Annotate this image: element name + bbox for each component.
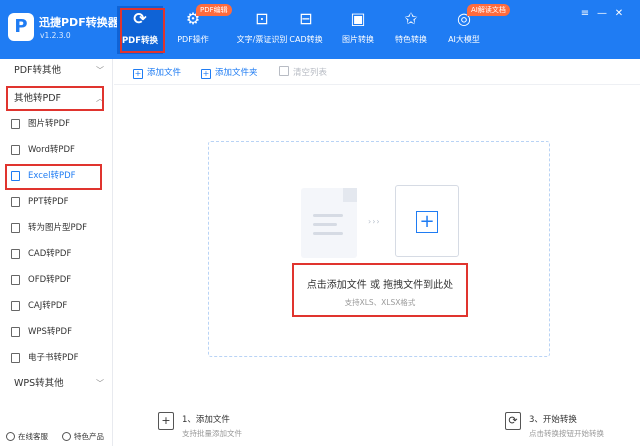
- image-icon: [11, 119, 20, 129]
- features-label: 特色产品: [74, 432, 104, 441]
- ppt-icon: [11, 197, 20, 207]
- sidebar-item-label: OFD转PDF: [28, 275, 72, 285]
- image-icon: [11, 223, 20, 233]
- file-drop-zone[interactable]: [208, 141, 550, 357]
- tab-label: 特色转换: [395, 35, 427, 44]
- toolbar: + 添加文件 + 添加文件夹 清空列表: [114, 59, 640, 85]
- highlight-box-group: [6, 86, 104, 111]
- caj-icon: [11, 301, 20, 311]
- add-file-label: 添加文件: [147, 68, 182, 78]
- sidebar: PDF转其他 ﹀ 其他转PDF ︿ 图片转PDF Word转PDF Excel转…: [0, 59, 113, 446]
- wps-icon: [11, 327, 20, 337]
- image-icon: ▣: [350, 9, 366, 28]
- step-title: 3、开始转换: [529, 415, 577, 425]
- menu-icon[interactable]: ≡: [579, 8, 591, 20]
- sidebar-item-ebook-to-pdf[interactable]: 电子书转PDF: [0, 346, 113, 370]
- clear-list-label: 清空列表: [293, 68, 328, 78]
- minimize-icon[interactable]: —: [596, 8, 608, 20]
- cad-icon: ⊟: [299, 9, 313, 28]
- sidebar-item-label: Word转PDF: [28, 145, 75, 155]
- add-doc-icon: +: [158, 412, 174, 430]
- online-label: 在线客服: [18, 432, 48, 441]
- sidebar-item-cad-to-pdf[interactable]: CAD转PDF: [0, 242, 113, 266]
- step-subtitle: 支持批量添加文件: [182, 429, 242, 438]
- tab-label: PDF操作: [177, 35, 209, 44]
- add-folder-label: 添加文件夹: [215, 68, 258, 78]
- sidebar-item-label: 电子书转PDF: [28, 353, 79, 363]
- tab-label: AI大模型: [448, 35, 480, 44]
- tab-label: 图片转换: [342, 35, 374, 44]
- scan-icon: ⊡: [255, 9, 269, 28]
- sidebar-item-ppt-to-pdf[interactable]: PPT转PDF: [0, 190, 113, 214]
- star-icon: ✩: [404, 9, 418, 28]
- sidebar-item-wps-to-pdf[interactable]: WPS转PDF: [0, 320, 113, 344]
- ebook-icon: [11, 353, 20, 363]
- arrow-right-icon: ›››: [368, 217, 381, 226]
- app-logo: P: [8, 13, 34, 41]
- sidebar-item-label: CAJ转PDF: [28, 301, 68, 311]
- pdf-edit-badge: PDF编辑: [196, 4, 232, 16]
- sidebar-item-word-to-pdf[interactable]: Word转PDF: [0, 138, 113, 162]
- step-title: 1、添加文件: [182, 415, 230, 425]
- ai-doc-badge: AI解读文档: [467, 4, 510, 16]
- sidebar-item-ofd-to-pdf[interactable]: OFD转PDF: [0, 268, 113, 292]
- chevron-down-icon: ﹀: [96, 66, 104, 75]
- word-icon: [11, 145, 20, 155]
- chevron-down-icon: ﹀: [96, 379, 104, 388]
- document-icon: [301, 188, 357, 258]
- sidebar-item-image-to-pdf[interactable]: 图片转PDF: [0, 112, 113, 136]
- sidebar-item-label: CAD转PDF: [28, 249, 72, 259]
- tab-special[interactable]: ✩ 特色转换: [390, 6, 432, 54]
- app-title: 迅捷PDF转换器: [39, 16, 119, 29]
- add-folder-button[interactable]: + 添加文件夹: [201, 66, 258, 79]
- highlight-box-tab: [120, 8, 165, 53]
- top-bar: P 迅捷PDF转换器 v1.2.3.0 ⟳ PDF转换 ⚙ PDF操作 ⊡ 文字…: [0, 0, 640, 59]
- ofd-icon: [11, 275, 20, 285]
- app-version: v1.2.3.0: [40, 31, 71, 40]
- tab-label: 文字/票证识别: [236, 35, 288, 44]
- cad-icon: [11, 249, 20, 259]
- featured-products-link[interactable]: 特色产品: [62, 431, 104, 442]
- product-icon: [62, 432, 71, 441]
- sidebar-item-label: 图片转PDF: [28, 119, 71, 129]
- sidebar-item-image-pdf[interactable]: 转为图片型PDF: [0, 216, 113, 240]
- close-icon[interactable]: ✕: [613, 8, 625, 20]
- add-file-box[interactable]: +: [395, 185, 459, 257]
- plus-icon: +: [416, 211, 438, 233]
- sidebar-item-label: WPS转PDF: [28, 327, 72, 337]
- add-folder-icon: +: [201, 69, 211, 79]
- step-subtitle: 点击转换按钮开始转换: [529, 429, 604, 438]
- group-pdf-to-other[interactable]: PDF转其他 ﹀: [0, 59, 113, 83]
- highlight-box-drop: [292, 263, 468, 317]
- tab-label: CAD转换: [289, 35, 323, 44]
- tab-image[interactable]: ▣ 图片转换: [337, 6, 379, 54]
- add-file-icon: +: [133, 69, 143, 79]
- headset-icon: [6, 432, 15, 441]
- group-label: PDF转其他: [14, 65, 62, 76]
- tab-cad[interactable]: ⊟ CAD转换: [285, 6, 327, 54]
- highlight-box-item: [5, 164, 102, 190]
- sidebar-item-label: PPT转PDF: [28, 197, 69, 207]
- sidebar-item-caj-to-pdf[interactable]: CAJ转PDF: [0, 294, 113, 318]
- group-label: WPS转其他: [14, 378, 64, 389]
- online-service-link[interactable]: 在线客服: [6, 431, 48, 442]
- add-file-button[interactable]: + 添加文件: [133, 66, 181, 79]
- group-wps-to-other[interactable]: WPS转其他 ﹀: [0, 372, 113, 396]
- convert-icon: ⟳: [505, 412, 521, 430]
- trash-icon: [279, 66, 289, 76]
- sidebar-item-label: 转为图片型PDF: [28, 223, 88, 233]
- clear-list-button[interactable]: 清空列表: [279, 66, 327, 78]
